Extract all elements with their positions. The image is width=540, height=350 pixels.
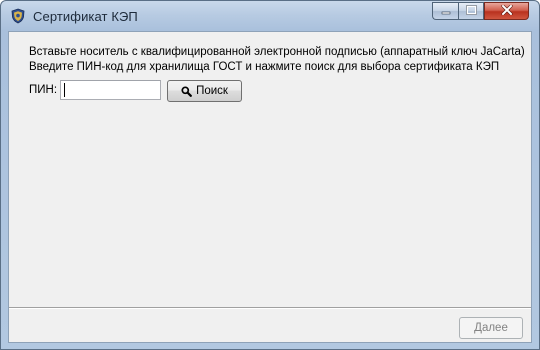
next-button[interactable]: Далее — [459, 317, 523, 339]
instruction-text: Вставьте носитель с квалифицированной эл… — [29, 45, 525, 75]
maximize-button[interactable] — [458, 2, 484, 20]
search-button-label: Поиск — [196, 85, 228, 97]
search-button[interactable]: Поиск — [167, 80, 242, 102]
text-caret — [64, 83, 65, 97]
magnifier-icon — [181, 85, 192, 97]
close-icon — [500, 2, 513, 20]
certificate-window: Сертификат КЭП Вставьте носитель с квали… — [0, 0, 540, 350]
maximize-icon — [465, 2, 477, 20]
shield-emblem-icon — [10, 8, 26, 24]
instruction-line-1: Вставьте носитель с квалифицированной эл… — [29, 46, 525, 58]
minimize-icon — [441, 2, 451, 20]
footer-divider — [9, 307, 531, 309]
pin-input[interactable] — [60, 80, 161, 100]
pin-label: ПИН: — [29, 84, 58, 96]
minimize-button[interactable] — [432, 2, 458, 20]
title-bar[interactable]: Сертификат КЭП — [1, 1, 539, 31]
instruction-line-2: Введите ПИН-код для хранилища ГОСТ и наж… — [29, 61, 500, 73]
window-title: Сертификат КЭП — [33, 9, 138, 24]
close-button[interactable] — [484, 2, 529, 20]
dialog-body: Вставьте носитель с квалифицированной эл… — [8, 31, 532, 343]
